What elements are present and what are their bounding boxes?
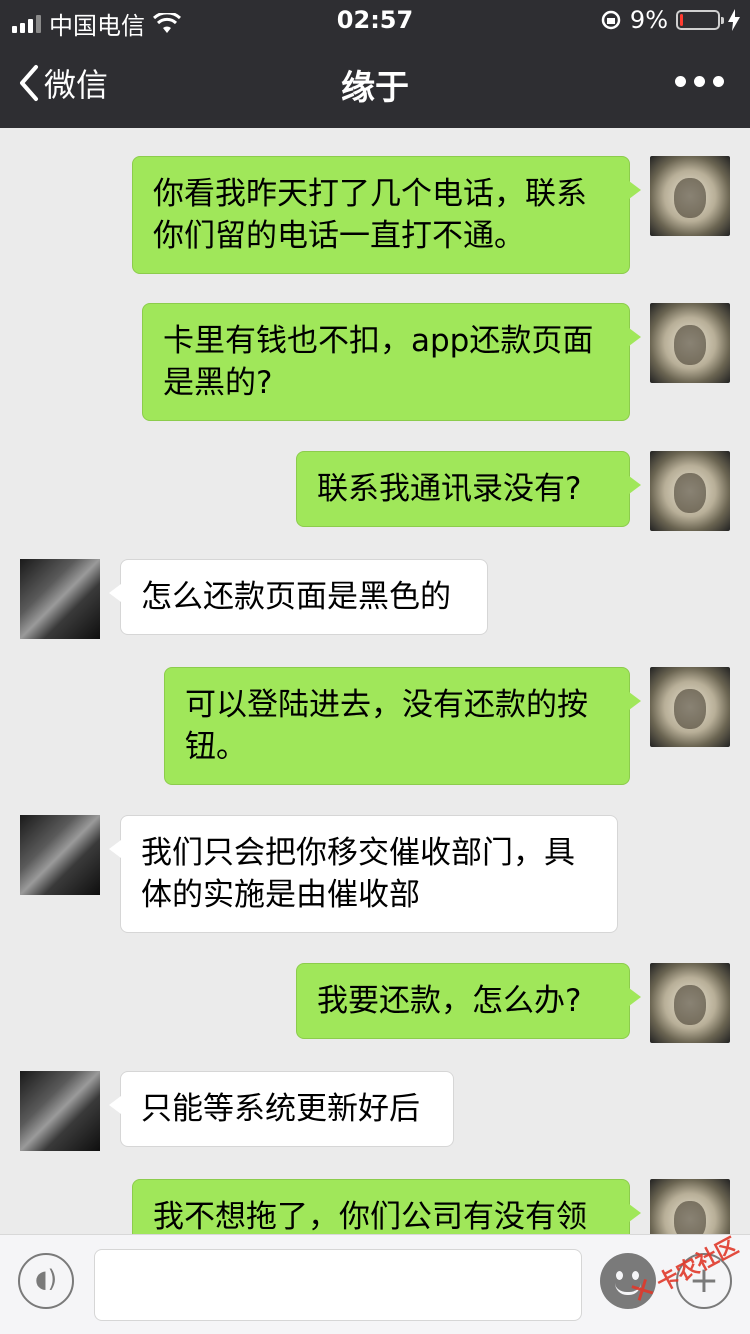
my-avatar[interactable] xyxy=(650,303,730,383)
sent-message-bubble[interactable]: 卡里有钱也不扣，app还款页面 是黑的? xyxy=(142,303,641,421)
contact-avatar[interactable] xyxy=(20,1071,100,1151)
chevron-left-icon xyxy=(20,65,38,101)
battery-percent: 9% xyxy=(629,6,668,34)
charging-bolt-icon xyxy=(728,9,740,31)
emoji-icon xyxy=(616,1271,623,1280)
message-text-line: 只能等系统更新好后 xyxy=(141,1091,420,1127)
my-avatar[interactable] xyxy=(650,1179,730,1234)
chat-title: 缘于 xyxy=(341,68,409,108)
my-avatar[interactable] xyxy=(650,451,730,531)
rotation-lock-icon xyxy=(601,10,621,30)
message-list[interactable]: 你看我昨天打了几个电话，联系 你们留的电话一直打不通。卡里有钱也不扣，app还款页… xyxy=(0,128,750,1234)
status-right: 9% xyxy=(600,6,740,34)
message-text-line: 体的实施是由催收部 xyxy=(141,877,420,913)
my-avatar[interactable] xyxy=(650,963,730,1043)
contact-avatar[interactable] xyxy=(20,815,100,895)
sent-message-bubble[interactable]: 你看我昨天打了几个电话，联系 你们留的电话一直打不通。 xyxy=(132,156,641,274)
sent-message-bubble[interactable]: 可以登陆进去，没有还款的按 钮。 xyxy=(164,667,641,785)
more-dots-icon[interactable] xyxy=(675,76,724,87)
message-text-line: 你看我昨天打了几个电话，联系 xyxy=(153,176,587,212)
voice-icon: ◖) xyxy=(34,1265,57,1293)
received-message-bubble[interactable]: 我们只会把你移交催收部门，具 体的实施是由催收部 xyxy=(109,815,618,933)
message-text-line: 可以登陆进去，没有还款的按 xyxy=(185,687,588,723)
message-text-line: 我要还款，怎么办? xyxy=(317,983,582,1019)
contact-avatar[interactable] xyxy=(20,559,100,639)
message-text-line: 钮。 xyxy=(185,729,247,765)
message-input[interactable] xyxy=(94,1249,582,1321)
nav-bar: 微信 缘于 xyxy=(0,40,750,128)
status-bar: 中国电信 02:57 9% xyxy=(0,0,750,40)
message-text-line: 卡里有钱也不扣，app还款页面 xyxy=(163,323,594,359)
my-avatar[interactable] xyxy=(650,667,730,747)
sent-message-bubble[interactable]: 联系我通讯录没有? xyxy=(296,451,641,527)
message-text-line: 我不想拖了，你们公司有没有领 xyxy=(153,1199,587,1234)
message-text-line: 联系我通讯录没有? xyxy=(317,471,582,507)
sent-message-bubble[interactable]: 我不想拖了，你们公司有没有领 xyxy=(132,1179,641,1234)
message-text-line: 怎么还款页面是黑色的 xyxy=(141,579,451,615)
battery-fill xyxy=(680,14,683,26)
message-text-line: 我们只会把你移交催收部门，具 xyxy=(141,835,575,871)
voice-button[interactable]: ◖) xyxy=(18,1253,74,1309)
back-button[interactable]: 微信 xyxy=(18,60,108,106)
message-text-line: 是黑的? xyxy=(163,365,273,401)
message-text-line: 你们留的电话一直打不通。 xyxy=(153,218,525,254)
sent-message-bubble[interactable]: 我要还款，怎么办? xyxy=(296,963,641,1039)
received-message-bubble[interactable]: 只能等系统更新好后 xyxy=(109,1071,454,1147)
battery-icon xyxy=(676,10,724,30)
back-label: 微信 xyxy=(44,66,109,104)
my-avatar[interactable] xyxy=(650,156,730,236)
received-message-bubble[interactable]: 怎么还款页面是黑色的 xyxy=(109,559,488,635)
